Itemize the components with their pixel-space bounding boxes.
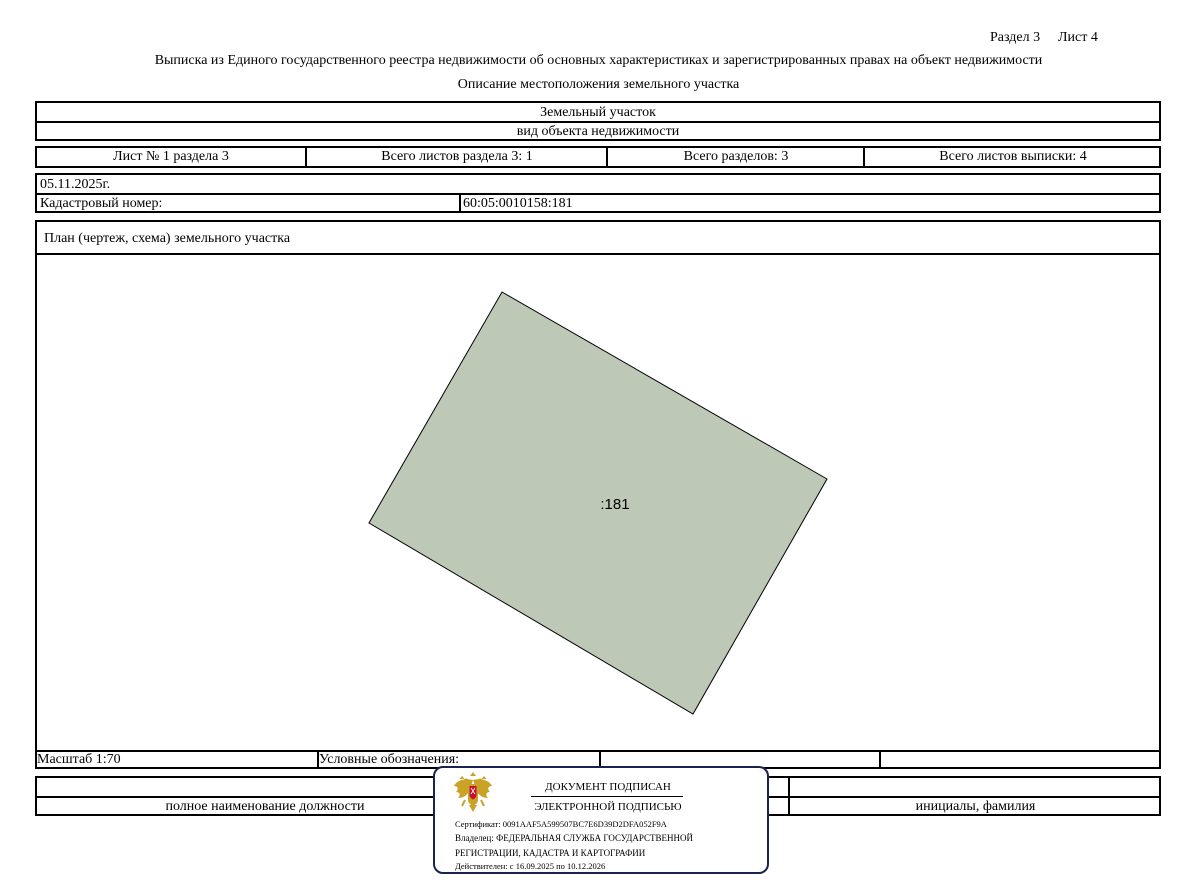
validity-period: Действителен: с 16.09.2025 по 10.12.2026 [455, 861, 606, 871]
legend-label: Условные обозначения: [319, 752, 460, 767]
divider [459, 193, 461, 211]
owner-line-1: Владелец: ФЕДЕРАЛЬНАЯ СЛУЖБА ГОСУДАРСТВЕ… [455, 833, 694, 843]
document-subtitle: Описание местоположения земельного участ… [457, 77, 740, 92]
scale-label: Масштаб 1:70 [37, 752, 121, 767]
object-type-box: Земельный участок вид объекта недвижимос… [35, 101, 1161, 141]
cadastral-label: Кадастровый номер: [40, 196, 163, 211]
parcel-label: :181 [600, 496, 629, 513]
position-caption: полное наименование должности [165, 799, 365, 814]
sheets-row: Лист № 1 раздела 3 Всего листов раздела … [35, 146, 1161, 168]
certificate-number: Сертификат: 0091AAF5A599507BC7E6D39D2DFA… [455, 819, 667, 829]
divider [599, 750, 601, 767]
double-headed-eagle-icon [454, 772, 492, 812]
sheet-label: Лист 4 [1058, 30, 1098, 45]
object-type: Земельный участок [540, 104, 656, 120]
total-sections: Всего разделов: 3 [683, 149, 789, 164]
parcel-polygon [368, 291, 828, 715]
object-type-caption: вид объекта недвижимости [516, 124, 680, 139]
total-sheets-section: Всего листов раздела 3: 1 [381, 149, 533, 164]
signature-stamp: ДОКУМЕНТ ПОДПИСАН ЭЛЕКТРОННОЙ ПОДПИСЬЮ С… [433, 766, 769, 874]
divider [531, 796, 683, 797]
section-label: Раздел 3 [990, 30, 1041, 45]
extract-date: 05.11.2025г. [40, 177, 111, 192]
document-title: Выписка из Единого государственного реес… [154, 53, 1043, 68]
signed-line-2: ЭЛЕКТРОННОЙ ПОДПИСЬЮ [534, 801, 682, 813]
info-box: 05.11.2025г. Кадастровый номер: 60:05:00… [35, 173, 1161, 213]
signed-line-1: ДОКУМЕНТ ПОДПИСАН [545, 781, 671, 793]
owner-line-2: РЕГИСТРАЦИИ, КАДАСТРА И КАРТОГРАФИИ [455, 848, 646, 858]
name-caption: инициалы, фамилия [915, 799, 1036, 814]
divider [879, 750, 881, 767]
total-sheets-extract: Всего листов выписки: 4 [939, 149, 1087, 164]
sheet-of-section: Лист № 1 раздела 3 [113, 149, 229, 164]
divider [37, 193, 1159, 195]
divider [37, 750, 1159, 752]
parcel-drawing: :181 [368, 291, 828, 715]
cadastral-number: 60:05:0010158:181 [463, 196, 573, 211]
plan-box: План (чертеж, схема) земельного участка … [35, 220, 1161, 769]
